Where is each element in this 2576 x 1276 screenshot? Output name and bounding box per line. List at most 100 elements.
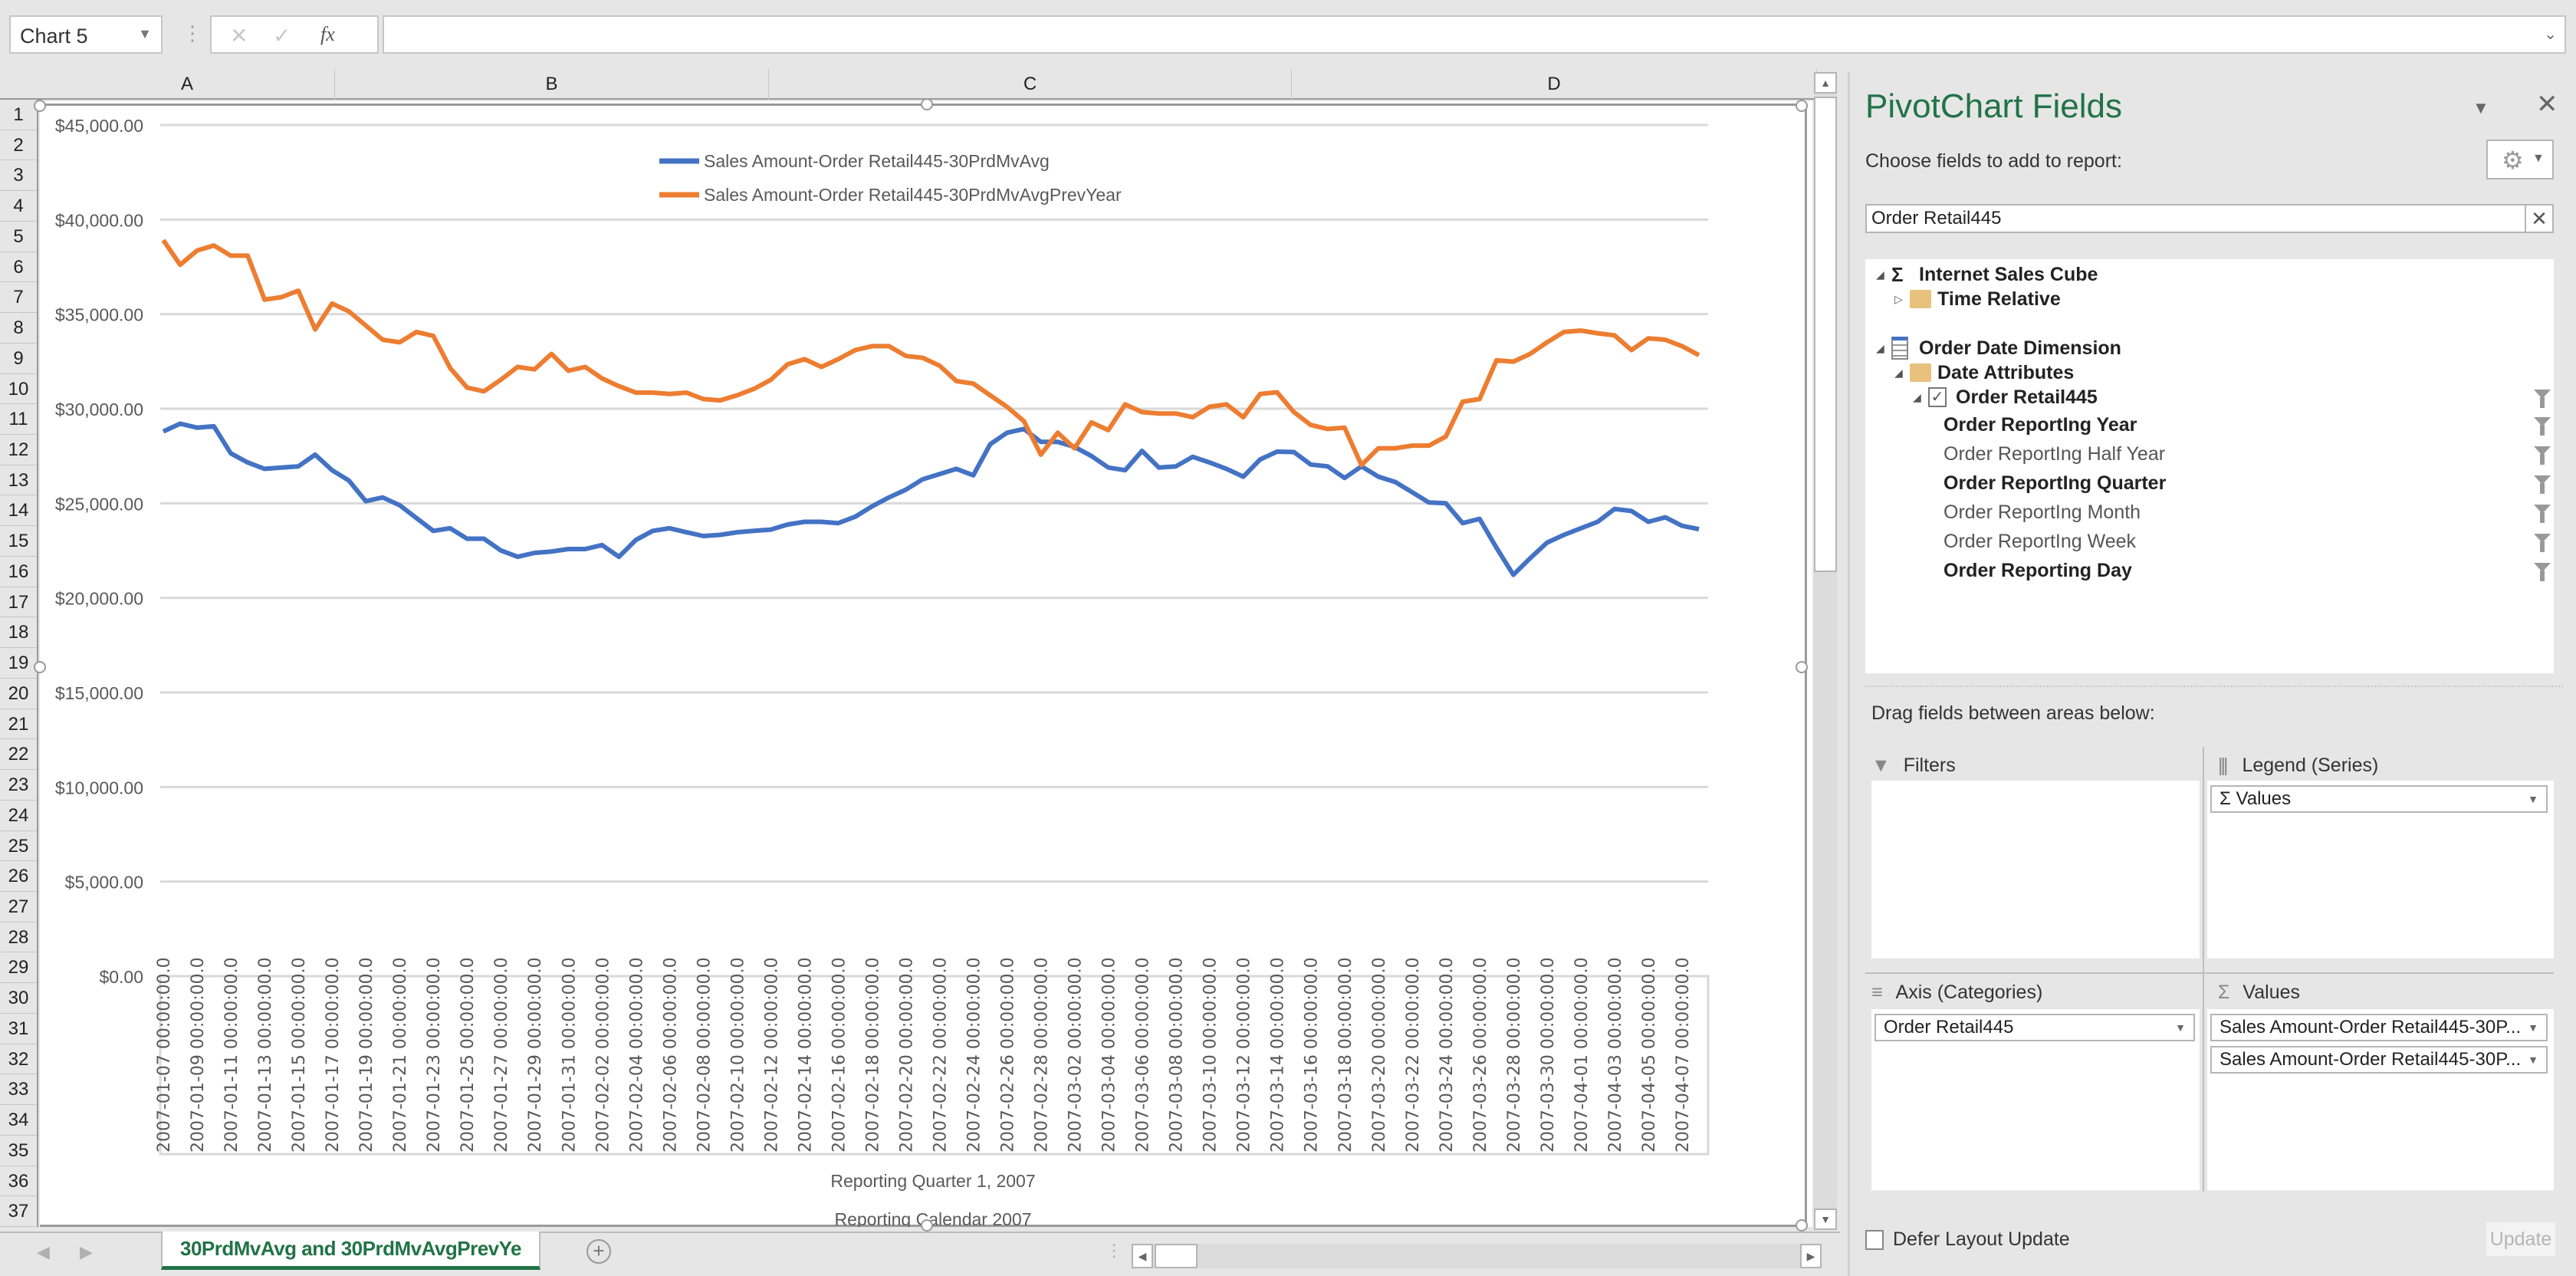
formula-input[interactable]: ⌄ xyxy=(383,15,2566,54)
row-header[interactable]: 26 xyxy=(0,861,37,892)
expand-toggle-icon[interactable]: ◢ xyxy=(1913,383,1921,411)
row-header[interactable]: 34 xyxy=(0,1105,37,1136)
values-item[interactable]: Sales Amount-Order Retail445-30P... ▼ xyxy=(2210,1014,2548,1041)
row-header[interactable]: 12 xyxy=(0,435,37,465)
resize-handle[interactable] xyxy=(1796,1219,1808,1232)
field-checkbox[interactable]: ✓ xyxy=(1928,387,1947,407)
enter-icon[interactable]: ✓ xyxy=(273,23,291,48)
filters-drop-area[interactable] xyxy=(1871,781,2200,959)
row-header[interactable]: 3 xyxy=(0,160,37,192)
resize-handle[interactable] xyxy=(34,661,46,673)
row-header[interactable]: 21 xyxy=(0,709,37,740)
tab-splitter[interactable]: ⋮ xyxy=(1106,1241,1122,1261)
pivot-chart[interactable]: $0.00 $5,000.00 $10,000.00 $15,000.00 $20,00… xyxy=(34,98,1808,1232)
column-header-a[interactable]: A xyxy=(40,69,335,100)
field-item[interactable]: Order ReportIng Half Year xyxy=(1865,440,2554,468)
field-item[interactable]: Order ReportIng Quarter xyxy=(1865,469,2554,497)
insert-function-icon[interactable]: fx xyxy=(320,23,335,46)
clear-search-icon[interactable]: ✕ xyxy=(2525,206,2552,232)
resize-handle[interactable] xyxy=(921,1219,933,1232)
tools-button[interactable]: ⚙ ▼ xyxy=(2486,140,2554,179)
resize-handle[interactable] xyxy=(1796,100,1808,112)
filter-icon[interactable] xyxy=(2534,417,2551,436)
field-search-input[interactable] xyxy=(1867,206,2511,232)
row-header[interactable]: 20 xyxy=(0,679,37,709)
filter-icon[interactable] xyxy=(2534,505,2551,523)
row-header[interactable]: 35 xyxy=(0,1136,37,1166)
vertical-scrollbar[interactable]: ▲ ▼ xyxy=(1814,72,1837,1230)
column-header-b[interactable]: B xyxy=(335,69,769,100)
row-header[interactable]: 29 xyxy=(0,952,37,984)
row-header[interactable]: 15 xyxy=(0,526,37,557)
filter-icon[interactable] xyxy=(2534,475,2551,494)
expand-formula-bar-icon[interactable]: ⌄ xyxy=(2544,25,2557,44)
row-header[interactable]: 7 xyxy=(0,282,37,314)
expand-toggle-icon[interactable]: ◢ xyxy=(1876,334,1884,362)
row-header[interactable]: 14 xyxy=(0,495,37,527)
row-header[interactable]: 25 xyxy=(0,831,37,862)
defer-layout-update[interactable]: Defer Layout Update xyxy=(1865,1228,2070,1251)
row-header[interactable]: 5 xyxy=(0,222,37,252)
scroll-up-icon[interactable]: ▲ xyxy=(1814,72,1837,94)
filter-icon[interactable] xyxy=(2534,563,2551,581)
filter-icon[interactable] xyxy=(2534,390,2551,408)
row-header[interactable]: 17 xyxy=(0,587,37,618)
field-item[interactable]: Order ReportIng Month xyxy=(1865,498,2554,526)
sheet-tab-active[interactable]: 30PrdMvAvg and 30PrdMvAvgPrevYe xyxy=(161,1232,540,1270)
prev-sheet-icon[interactable]: ◀ xyxy=(37,1242,50,1262)
close-pane-icon[interactable]: ✕ xyxy=(2536,89,2558,120)
resize-handle[interactable] xyxy=(1796,661,1808,673)
axis-item[interactable]: Order Retail445 ▼ xyxy=(1875,1014,2195,1041)
scroll-down-icon[interactable]: ▼ xyxy=(1814,1209,1837,1230)
next-sheet-icon[interactable]: ▶ xyxy=(80,1242,93,1262)
row-header[interactable]: 23 xyxy=(0,770,37,801)
row-header[interactable]: 8 xyxy=(0,313,37,344)
field-item[interactable]: ◢ Date Attributes xyxy=(1865,359,2554,386)
resize-handle[interactable] xyxy=(921,98,933,110)
values-item[interactable]: Sales Amount-Order Retail445-30P... ▼ xyxy=(2210,1046,2548,1074)
expand-toggle-icon[interactable]: ◢ xyxy=(1876,261,1884,288)
row-header[interactable]: 1 xyxy=(0,100,37,130)
field-item[interactable]: ◢ Order Date Dimension xyxy=(1865,334,2554,362)
field-item[interactable]: Order ReportIng Week xyxy=(1865,528,2554,555)
row-header[interactable]: 37 xyxy=(0,1196,37,1227)
row-header[interactable]: 6 xyxy=(0,252,37,283)
field-item[interactable]: ◢ ✓ Order Retail445 xyxy=(1865,383,2554,411)
filter-icon[interactable] xyxy=(2534,534,2551,552)
filter-icon[interactable] xyxy=(2534,446,2551,465)
row-header[interactable]: 32 xyxy=(0,1044,37,1075)
row-header[interactable]: 13 xyxy=(0,465,37,496)
add-sheet-icon[interactable]: + xyxy=(586,1239,611,1264)
row-header[interactable]: 33 xyxy=(0,1074,37,1106)
row-header[interactable]: 10 xyxy=(0,374,37,405)
name-box[interactable]: Chart 5 ▼ xyxy=(9,15,163,54)
vertical-scroll-thumb[interactable] xyxy=(1814,97,1837,572)
row-header[interactable]: 36 xyxy=(0,1166,37,1197)
row-header[interactable]: 19 xyxy=(0,648,37,679)
scroll-left-icon[interactable]: ◀ xyxy=(1132,1244,1153,1268)
axis-drop-area[interactable]: Order Retail445 ▼ xyxy=(1871,1009,2200,1190)
field-item[interactable]: ▷ Time Relative xyxy=(1865,285,2554,313)
column-header-d[interactable]: D xyxy=(1292,69,1817,100)
expand-toggle-icon[interactable]: ▷ xyxy=(1894,285,1903,313)
values-drop-area[interactable]: Sales Amount-Order Retail445-30P... ▼ Sal… xyxy=(2207,1009,2554,1190)
cancel-icon[interactable]: ✕ xyxy=(230,23,248,48)
row-header[interactable]: 22 xyxy=(0,739,37,771)
row-header[interactable]: 24 xyxy=(0,801,37,831)
row-header[interactable]: 11 xyxy=(0,404,37,436)
row-header[interactable]: 28 xyxy=(0,922,37,953)
pane-options-dropdown-icon[interactable]: ▼ xyxy=(2472,98,2489,118)
name-box-dropdown-icon[interactable]: ▼ xyxy=(138,26,152,42)
field-item[interactable]: Order ReportIng Year xyxy=(1865,411,2554,439)
formula-bar-grip[interactable]: ⋮ xyxy=(182,21,202,48)
row-header[interactable]: 16 xyxy=(0,557,37,587)
pane-splitter[interactable] xyxy=(1865,686,2563,687)
update-button[interactable]: Update xyxy=(2486,1222,2555,1256)
row-header[interactable]: 4 xyxy=(0,191,37,222)
legend-item-values[interactable]: Σ Values ▼ xyxy=(2210,785,2548,813)
horizontal-scroll-thumb[interactable] xyxy=(1155,1244,1198,1268)
column-header-c[interactable]: C xyxy=(769,69,1292,100)
scroll-right-icon[interactable]: ▶ xyxy=(1800,1244,1822,1268)
horizontal-scrollbar[interactable]: ◀ ▶ xyxy=(1132,1244,1822,1268)
legend-drop-area[interactable]: Σ Values ▼ xyxy=(2207,781,2554,959)
